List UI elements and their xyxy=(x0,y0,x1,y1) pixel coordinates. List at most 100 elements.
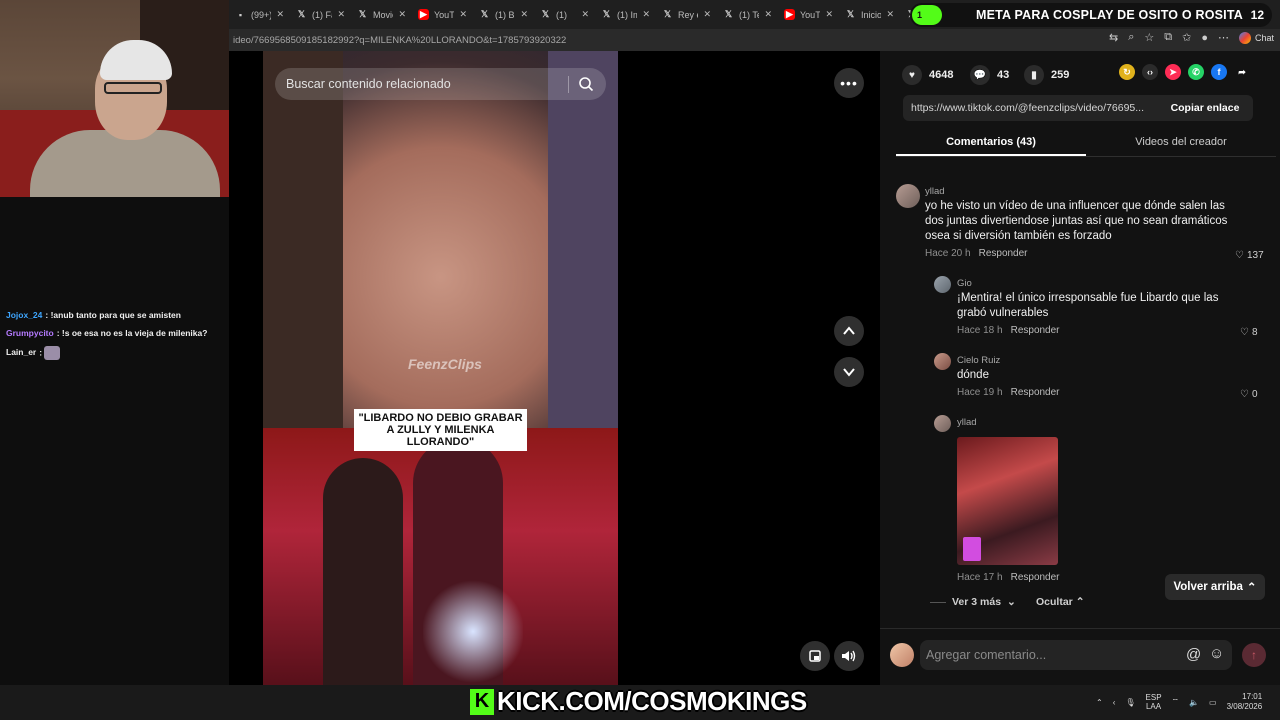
browser-tab[interactable]: 𝕏(1) Fac✕ xyxy=(290,0,351,29)
browser-tab[interactable]: 𝕏 (1) Te ✕ xyxy=(717,0,778,29)
volume-button[interactable] xyxy=(834,641,864,671)
avatar[interactable] xyxy=(934,415,951,432)
video-hair-left xyxy=(263,51,343,428)
video-light-flare xyxy=(423,578,523,685)
avatar[interactable] xyxy=(896,184,920,208)
comment-like[interactable]: ♡ 0 xyxy=(1240,389,1258,400)
speaker-icon[interactable]: 🔈 xyxy=(1189,698,1199,707)
panel-tabs: Comentarios (43) Videos del creador xyxy=(896,130,1276,157)
comment-like[interactable]: ♡ 137 xyxy=(1235,250,1264,261)
related-search-input[interactable]: Buscar contenido relacionado xyxy=(275,68,606,100)
embed-icon[interactable]: ‹› xyxy=(1142,64,1158,80)
close-icon[interactable]: ✕ xyxy=(764,9,772,20)
share-arrow-icon[interactable]: ➦ xyxy=(1234,64,1250,80)
post-comment-button[interactable]: ↑ xyxy=(1242,643,1266,667)
star-icon[interactable]: ☆ xyxy=(1144,31,1154,44)
repost-icon[interactable]: ↻ xyxy=(1119,64,1135,80)
reply-button[interactable]: Responder xyxy=(1011,325,1060,336)
send-icon[interactable]: ➤ xyxy=(1165,64,1181,80)
volume-icon xyxy=(842,650,856,662)
close-icon[interactable]: ✕ xyxy=(703,9,711,20)
close-icon[interactable]: ✕ xyxy=(581,9,589,20)
browser-tab[interactable]: 𝕏 (1) Im ✕ xyxy=(595,0,656,29)
whatsapp-icon[interactable]: ✆ xyxy=(1188,64,1204,80)
video-caption: "LIBARDO NO DEBIO GRABAR A ZULLY Y MILEN… xyxy=(354,409,527,451)
close-icon[interactable]: ✕ xyxy=(642,9,650,20)
more-options-button[interactable]: ••• xyxy=(834,68,864,98)
save-stat[interactable]: ▮ 259 xyxy=(1024,65,1069,85)
share-link-url[interactable]: https://www.tiktok.com/@feenzclips/video… xyxy=(903,102,1157,114)
bookmark-icon: ▮ xyxy=(1024,65,1044,85)
reply-button[interactable]: Responder xyxy=(979,248,1028,259)
next-video-button[interactable] xyxy=(834,357,864,387)
close-icon[interactable]: ✕ xyxy=(276,9,284,20)
comment-like[interactable]: ♡ 8 xyxy=(1240,327,1258,338)
browser-tab[interactable]: ▶YouTu✕ xyxy=(778,0,839,29)
chat-text: !s oe esa no es la vieja de milenika? xyxy=(61,328,208,338)
mention-icon[interactable]: @ xyxy=(1186,646,1201,663)
microphone-icon[interactable]: 🎙 xyxy=(1125,698,1135,707)
profile-icon[interactable]: ● xyxy=(1201,32,1208,44)
video-player[interactable]: FeenzClips "LIBARDO NO DEBIO GRABAR A ZU… xyxy=(263,51,618,685)
hide-replies-button[interactable]: Ocultar ⌃ xyxy=(1036,596,1085,608)
show-more-replies[interactable]: Ver 3 más ⌄ xyxy=(930,596,1016,608)
close-icon[interactable]: ✕ xyxy=(398,9,406,20)
battery-icon[interactable]: ▭ xyxy=(1209,698,1217,707)
translate-icon[interactable]: ⇆ xyxy=(1109,31,1118,44)
my-avatar xyxy=(890,643,914,667)
picture-in-picture-button[interactable] xyxy=(800,641,830,671)
browser-tab[interactable]: 𝕏 (1) ✕ xyxy=(534,0,595,29)
browser-tab[interactable]: 𝕏(1) Bu✕ xyxy=(473,0,534,29)
kick-logo: K xyxy=(470,688,494,715)
back-to-top-button[interactable]: Volver arriba ⌃ xyxy=(1165,574,1265,600)
comment-stat[interactable]: 💬 43 xyxy=(970,65,1009,85)
close-icon[interactable]: ✕ xyxy=(459,9,467,20)
copy-link-button[interactable]: Copiar enlace xyxy=(1157,102,1253,114)
previous-video-button[interactable] xyxy=(834,316,864,346)
avatar[interactable] xyxy=(934,353,951,370)
url-text[interactable]: ideo/7669568509185182992?q=MILENKA%20LLO… xyxy=(233,35,566,46)
emoji-icon[interactable]: ☺ xyxy=(1209,645,1224,662)
comment-username[interactable]: yllad xyxy=(957,417,977,428)
menu-icon[interactable]: ⋯ xyxy=(1218,31,1229,44)
comment-meta: Hace 20 h Responder xyxy=(925,248,1028,259)
share-icons: ↻ ‹› ➤ ✆ f ➦ xyxy=(1119,64,1250,80)
browser-tab[interactable]: 𝕏Rey e✕ xyxy=(656,0,717,29)
reply-button[interactable]: Responder xyxy=(1011,387,1060,398)
tab-creator-videos[interactable]: Videos del creador xyxy=(1086,130,1276,156)
tab-comments[interactable]: Comentarios (43) xyxy=(896,130,1086,156)
like-stat[interactable]: ♥ 4648 xyxy=(902,65,953,85)
chat-button[interactable]: Chat xyxy=(1238,31,1274,44)
x-icon: 𝕏 xyxy=(297,9,306,19)
comment-username[interactable]: Cielo Ruiz xyxy=(957,355,1000,366)
favorites-icon[interactable]: ✩ xyxy=(1182,31,1191,44)
zoom-icon[interactable]: ⌕ xyxy=(1128,31,1134,44)
browser-tab[interactable]: ▪ (99+) ✕ xyxy=(229,0,290,29)
reply-button[interactable]: Responder xyxy=(1011,572,1060,583)
x-icon: 𝕏 xyxy=(663,9,672,19)
webcam-feed xyxy=(0,0,229,197)
emote-icon xyxy=(44,346,61,360)
comment-username[interactable]: yllad xyxy=(925,186,945,197)
webcam-person-body xyxy=(30,130,220,197)
extensions-icon[interactable]: ⧉ xyxy=(1164,31,1172,44)
wifi-icon[interactable]: ⌔ xyxy=(1172,697,1180,707)
close-icon[interactable]: ✕ xyxy=(520,9,528,20)
clock[interactable]: 17:01 3/08/2026 xyxy=(1227,692,1263,712)
close-icon[interactable]: ✕ xyxy=(337,9,345,20)
comment-username[interactable]: Gio xyxy=(957,278,972,289)
search-icon[interactable] xyxy=(578,76,594,92)
address-bar-icons: ⇆ ⌕ ☆ ⧉ ✩ ● ⋯ Chat xyxy=(1109,31,1274,44)
close-icon[interactable]: ✕ xyxy=(825,9,833,20)
browser-tab[interactable]: ▶YouTu✕ xyxy=(412,0,473,29)
browser-tab[interactable]: 𝕏Movie✕ xyxy=(351,0,412,29)
close-icon[interactable]: ✕ xyxy=(886,9,894,20)
browser-tab[interactable]: 𝕏 Inicio ✕ xyxy=(839,0,900,29)
share-link-box: https://www.tiktok.com/@feenzclips/video… xyxy=(903,95,1253,121)
chevron-up-icon[interactable]: ⌃ xyxy=(1096,698,1103,707)
network-icon[interactable]: ‹ xyxy=(1113,698,1116,707)
language-indicator[interactable]: ESP LAA xyxy=(1146,693,1162,711)
facebook-icon[interactable]: f xyxy=(1211,64,1227,80)
comment-image[interactable] xyxy=(957,437,1058,565)
avatar[interactable] xyxy=(934,276,951,293)
